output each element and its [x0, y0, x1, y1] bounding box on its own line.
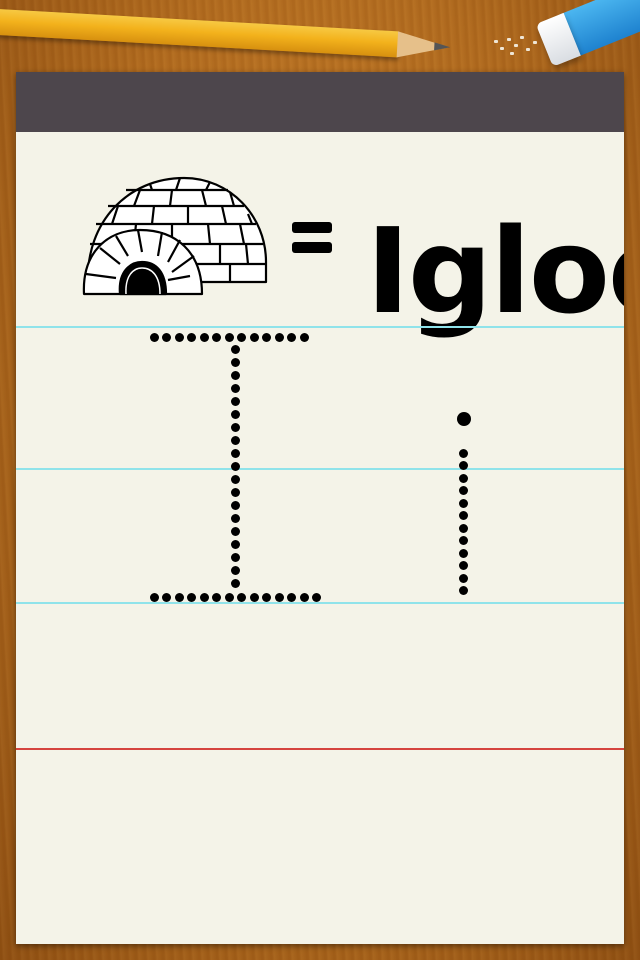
- trace-dot: [458, 498, 468, 508]
- trace-dot: [458, 511, 468, 520]
- tracing-area[interactable]: I i: [16, 72, 624, 944]
- trace-dot: [162, 592, 171, 602]
- trace-dot: [230, 526, 240, 536]
- trace-dot: [174, 592, 184, 602]
- trace-dot: [458, 586, 468, 595]
- trace-dot: [230, 578, 240, 588]
- trace-dot: [230, 383, 240, 393]
- trace-dot: [230, 396, 240, 406]
- trace-dot: [237, 332, 246, 342]
- trace-dot: [230, 565, 240, 575]
- trace-dot: [249, 592, 259, 602]
- trace-dot: [212, 332, 221, 342]
- trace-dot: [230, 552, 240, 562]
- trace-dot: [458, 548, 468, 558]
- trace-dot: [199, 592, 209, 602]
- trace-dot: [237, 592, 246, 602]
- pencil-decoration: [0, 8, 451, 61]
- trace-dot: [230, 409, 240, 419]
- trace-dot: [187, 592, 196, 602]
- trace-dot: [458, 573, 468, 583]
- trace-dot: [274, 332, 284, 342]
- trace-dot: [458, 448, 468, 458]
- desk-background: [0, 0, 640, 70]
- trace-dot: [262, 592, 271, 602]
- trace-dot: [230, 422, 240, 432]
- trace-dot: [224, 592, 234, 602]
- trace-dot: [458, 461, 468, 470]
- trace-dot: [287, 332, 296, 342]
- eraser-icon[interactable]: [535, 0, 640, 67]
- trace-dot: [249, 332, 259, 342]
- trace-dot: [458, 523, 468, 533]
- trace-dot: [230, 435, 240, 445]
- trace-dot: [458, 473, 468, 483]
- trace-dot: [230, 370, 240, 380]
- trace-dot: [230, 539, 240, 549]
- trace-dot: [230, 448, 240, 458]
- trace-dot: [187, 332, 196, 342]
- trace-dot: [458, 486, 468, 495]
- trace-dot: [262, 332, 271, 342]
- trace-dot: [230, 344, 240, 354]
- trace-dot: [224, 332, 234, 342]
- notepad: = Igloo I i: [16, 72, 624, 944]
- trace-dot: [174, 332, 184, 342]
- trace-dot: [230, 513, 240, 523]
- trace-dot: [457, 412, 471, 426]
- trace-dot: [149, 332, 159, 342]
- trace-dot: [230, 487, 240, 497]
- trace-dot: [458, 536, 468, 545]
- trace-dot: [299, 592, 309, 602]
- trace-dot: [230, 474, 240, 484]
- trace-dot: [149, 592, 159, 602]
- trace-dot: [230, 500, 240, 510]
- trace-dot: [312, 592, 321, 602]
- trace-dot: [199, 332, 209, 342]
- trace-dot: [212, 592, 221, 602]
- trace-dot: [299, 332, 309, 342]
- trace-dot: [458, 561, 468, 570]
- trace-dot: [230, 357, 240, 367]
- trace-dot: [287, 592, 296, 602]
- trace-dot: [274, 592, 284, 602]
- trace-dot: [162, 332, 171, 342]
- trace-dot: [230, 461, 240, 471]
